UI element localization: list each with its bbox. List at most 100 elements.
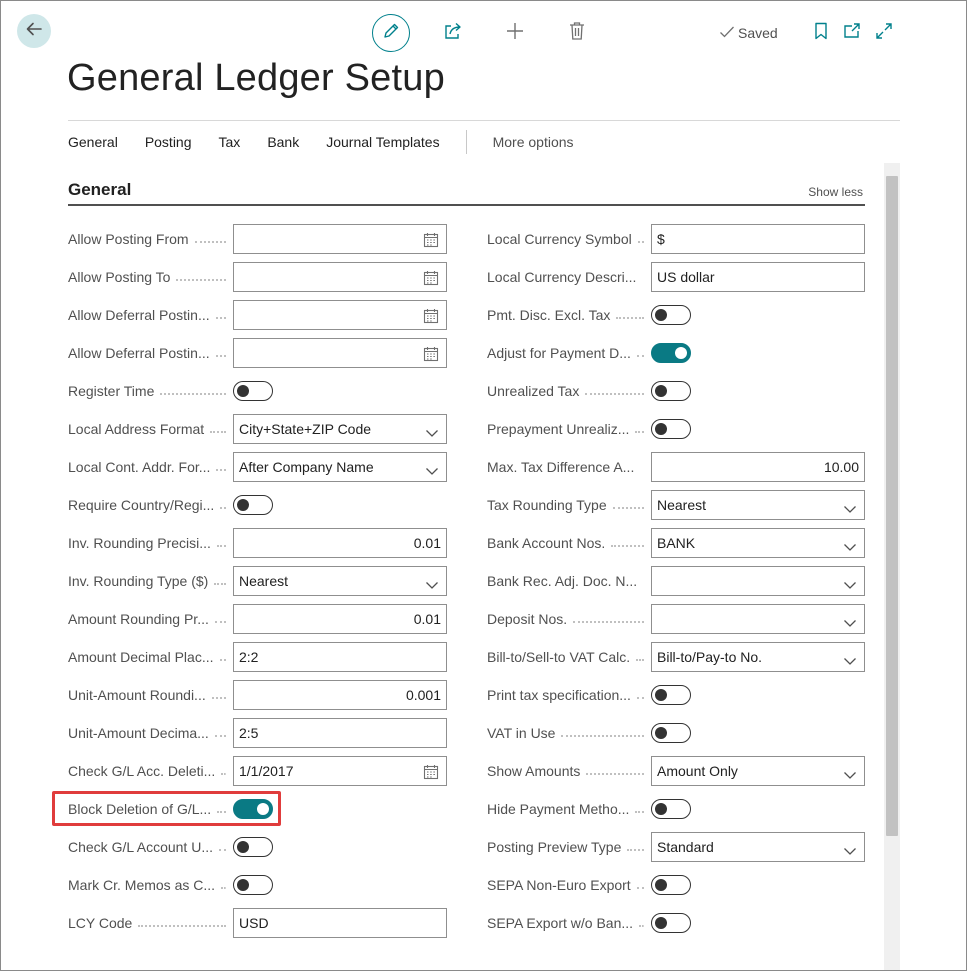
edit-button[interactable] — [372, 14, 410, 52]
chevron-down-icon — [843, 767, 857, 783]
dropdown-field[interactable]: Standard — [651, 832, 865, 862]
open-in-new-window-icon — [843, 22, 861, 45]
toggle-switch[interactable] — [233, 837, 273, 857]
date-field[interactable] — [233, 300, 447, 330]
field-label: Local Address Format — [68, 421, 205, 437]
field-label: Allow Deferral Postin... — [68, 345, 210, 361]
field-label: Allow Posting To — [68, 269, 171, 285]
text-field[interactable]: $ — [651, 224, 865, 254]
label-leader-dots — [160, 393, 226, 395]
field-row-hide-payment-metho: Hide Payment Metho... — [487, 794, 865, 824]
field-row-tax-rounding-type: Tax Rounding Type Nearest — [487, 490, 865, 520]
field-label: Allow Posting From — [68, 231, 189, 247]
dropdown-field[interactable] — [651, 604, 865, 634]
text-field[interactable]: 0.01 — [233, 528, 447, 558]
label-leader-dots — [635, 431, 644, 433]
field-row-vat-in-use: VAT in Use — [487, 718, 865, 748]
toggle-switch[interactable] — [651, 723, 691, 743]
section-title[interactable]: General — [68, 180, 131, 200]
delete-button[interactable] — [565, 21, 589, 45]
expand-button[interactable] — [873, 21, 895, 45]
field-value: USD — [239, 915, 269, 931]
chevron-down-icon — [843, 501, 857, 517]
label-leader-dots — [561, 735, 644, 737]
field-label: Amount Rounding Pr... — [68, 611, 209, 627]
label-leader-dots — [216, 317, 226, 319]
calendar-icon[interactable] — [423, 764, 439, 783]
scrollbar-thumb[interactable] — [886, 176, 898, 836]
text-field[interactable]: 10.00 — [651, 452, 865, 482]
label-leader-dots — [573, 621, 644, 623]
field-label: Bank Rec. Adj. Doc. N... — [487, 573, 638, 589]
more-options-button[interactable]: More options — [493, 134, 574, 150]
dropdown-field[interactable]: Bill-to/Pay-to No. — [651, 642, 865, 672]
share-button[interactable] — [441, 21, 465, 45]
back-button[interactable] — [17, 14, 51, 48]
bookmark-icon — [814, 22, 828, 45]
dropdown-field[interactable]: Nearest — [651, 490, 865, 520]
saved-label: Saved — [738, 25, 778, 41]
toggle-switch[interactable] — [651, 419, 691, 439]
chevron-down-icon — [843, 653, 857, 669]
toggle-switch[interactable] — [651, 913, 691, 933]
text-field[interactable]: 2:2 — [233, 642, 447, 672]
text-field[interactable]: 0.01 — [233, 604, 447, 634]
tab-posting[interactable]: Posting — [145, 134, 192, 150]
field-row-amount-rounding-pr: Amount Rounding Pr... 0.01 — [68, 604, 447, 634]
field-row-amount-decimal-plac: Amount Decimal Plac... 2:2 — [68, 642, 447, 672]
toggle-knob — [237, 878, 249, 891]
label-leader-dots — [611, 545, 644, 547]
text-field[interactable]: USD — [233, 908, 447, 938]
toggle-switch[interactable] — [233, 875, 273, 895]
dropdown-field[interactable]: Amount Only — [651, 756, 865, 786]
field-row-local-currency-descri: Local Currency Descri... US dollar — [487, 262, 865, 292]
label-leader-dots — [195, 241, 226, 243]
chevron-down-icon — [425, 425, 439, 441]
calendar-icon[interactable] — [423, 346, 439, 365]
tab-journal-templates[interactable]: Journal Templates — [326, 134, 439, 150]
field-label: LCY Code — [68, 915, 133, 931]
date-field[interactable] — [233, 338, 447, 368]
dropdown-field[interactable]: City+State+ZIP Code — [233, 414, 447, 444]
tab-tax[interactable]: Tax — [219, 134, 241, 150]
calendar-icon[interactable] — [423, 308, 439, 327]
field-row-prepayment-unrealiz: Prepayment Unrealiz... — [487, 414, 865, 444]
field-value: 2:2 — [239, 649, 259, 665]
field-row-register-time: Register Time — [68, 376, 447, 406]
toggle-switch[interactable] — [651, 685, 691, 705]
label-leader-dots — [176, 279, 226, 281]
dropdown-field[interactable] — [651, 566, 865, 596]
text-field[interactable]: 0.001 — [233, 680, 447, 710]
toggle-switch[interactable] — [651, 343, 691, 363]
date-field[interactable] — [233, 262, 447, 292]
toggle-switch[interactable] — [651, 799, 691, 819]
toggle-switch[interactable] — [233, 381, 273, 401]
open-new-window-button[interactable] — [841, 21, 863, 45]
toggle-switch[interactable] — [651, 381, 691, 401]
text-field[interactable]: 2:5 — [233, 718, 447, 748]
toggle-switch[interactable] — [651, 305, 691, 325]
text-field[interactable]: US dollar — [651, 262, 865, 292]
dropdown-field[interactable]: Nearest — [233, 566, 447, 596]
tab-bank[interactable]: Bank — [267, 134, 299, 150]
calendar-icon[interactable] — [423, 232, 439, 251]
show-less-link[interactable]: Show less — [808, 185, 863, 199]
toggle-switch[interactable] — [233, 495, 273, 515]
bookmark-button[interactable] — [810, 21, 832, 45]
new-button[interactable] — [503, 21, 527, 45]
tab-general[interactable]: General — [68, 134, 118, 150]
toggle-switch[interactable] — [651, 875, 691, 895]
action-tabs: General Posting Tax Bank Journal Templat… — [68, 120, 900, 163]
calendar-icon[interactable] — [423, 270, 439, 289]
label-leader-dots — [221, 887, 226, 889]
field-label: Check G/L Acc. Deleti... — [68, 763, 216, 779]
date-field[interactable] — [233, 224, 447, 254]
date-field[interactable]: 1/1/2017 — [233, 756, 447, 786]
dropdown-field[interactable]: BANK — [651, 528, 865, 558]
field-row-pmt-disc-excl-tax: Pmt. Disc. Excl. Tax — [487, 300, 865, 330]
label-leader-dots — [221, 773, 226, 775]
field-row-show-amounts: Show Amounts Amount Only — [487, 756, 865, 786]
label-leader-dots — [215, 735, 226, 737]
dropdown-field[interactable]: After Company Name — [233, 452, 447, 482]
toggle-knob — [237, 840, 249, 853]
